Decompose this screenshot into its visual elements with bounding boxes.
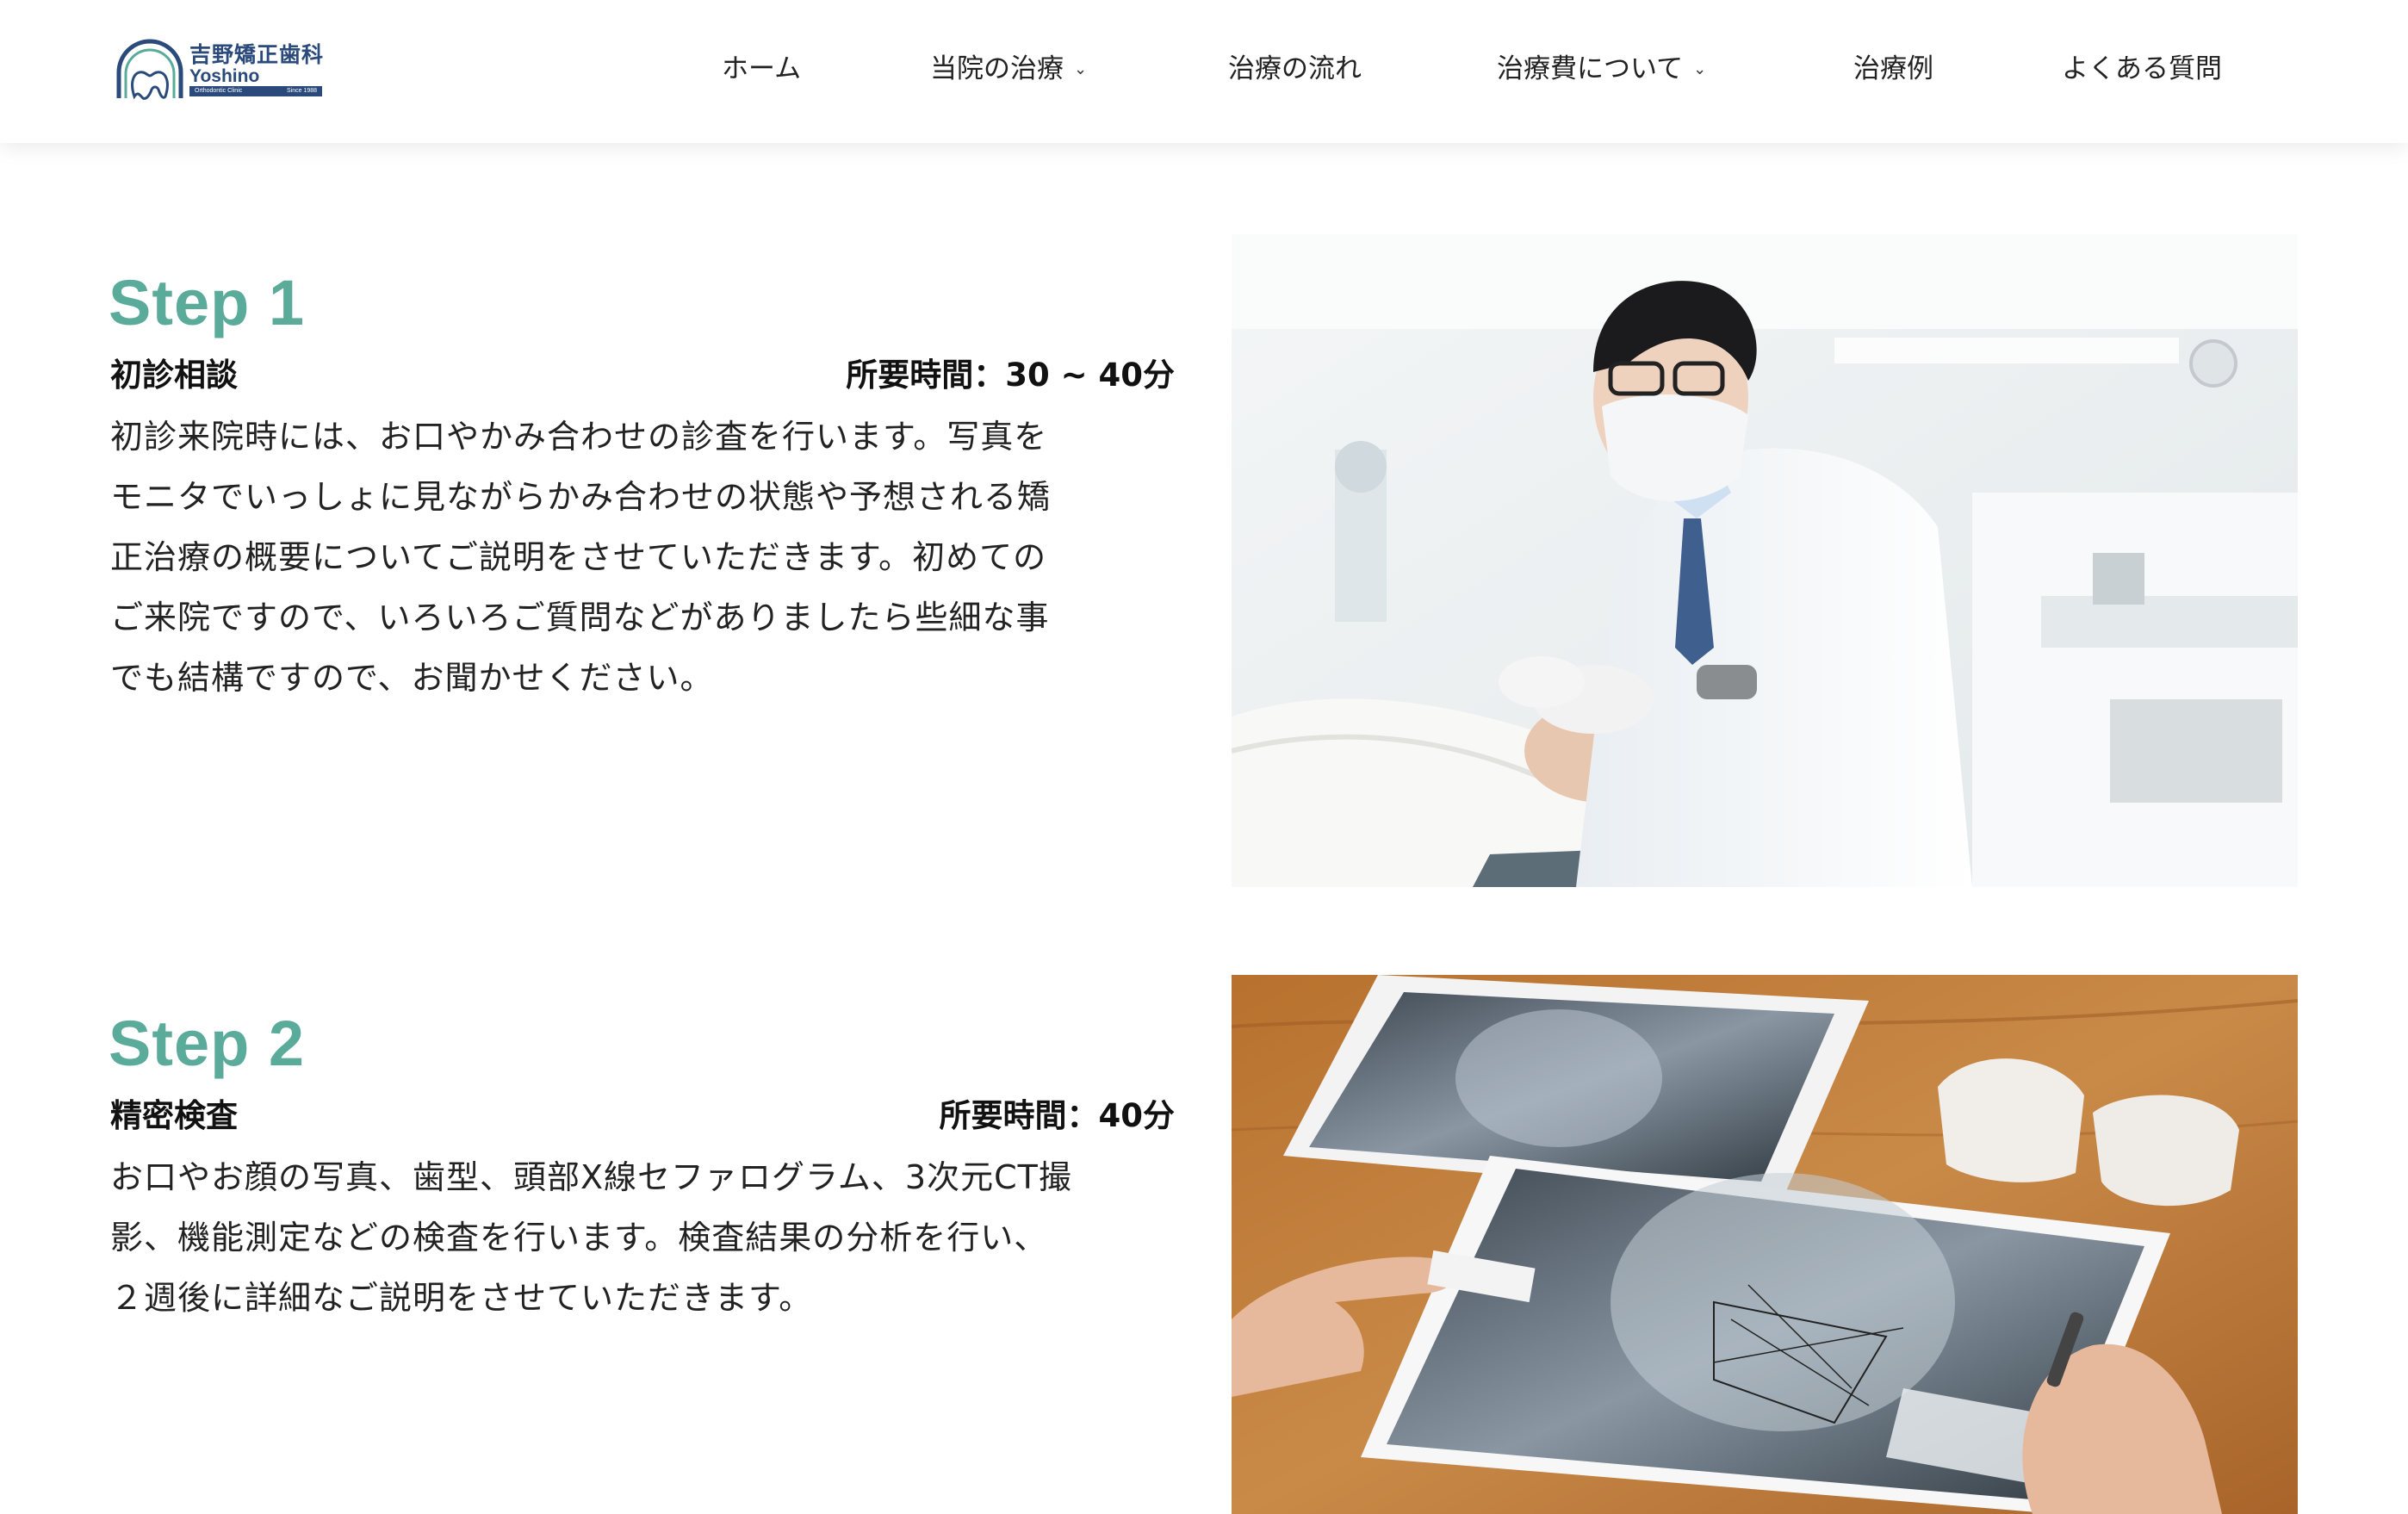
step-description-line: ご来院ですので、いろいろご質問などがありましたら些細な事	[110, 599, 1050, 636]
step-description-line: 影、機能測定などの検査を行います。検査結果の分析を行い、	[110, 1219, 1048, 1256]
step-name: 精密検査	[110, 1097, 238, 1134]
step-description: お口やお顔の写真、歯型、頭部X線セファログラム、3次元CT撮 影、機能測定などの…	[110, 1147, 1187, 1328]
step-description-line: 初診来院時には、お口やかみ合わせの診査を行います。写真を	[110, 418, 1048, 456]
step-description-line: 正治療の概要についてご説明をさせていただきます。初めての	[110, 538, 1047, 576]
nav-item-label: 当院の治療	[930, 53, 1064, 84]
nav-item-label: 治療費について	[1497, 53, 1684, 84]
step-header-row: 精密検査 所要時間：40分	[110, 1094, 1175, 1139]
chevron-down-icon: ⌄	[1074, 60, 1088, 78]
nav-item-fees[interactable]: 治療費について ⌄	[1497, 50, 1706, 88]
step-description-line: ２週後に詳細なご説明をさせていただきます。	[110, 1279, 813, 1317]
nav-item-treatments[interactable]: 当院の治療 ⌄	[930, 50, 1087, 88]
nav-item-label: ホーム	[722, 53, 802, 84]
step-description-line: でも結構ですので、お聞かせください。	[110, 659, 714, 697]
step-duration: 所要時間：30 ~ 40分	[846, 357, 1175, 394]
step-title: Step 1	[109, 267, 306, 338]
dentist-examining-patient-photo	[1232, 234, 2298, 887]
cephalometric-xray-analysis-photo	[1232, 975, 2298, 1514]
chevron-down-icon: ⌄	[1693, 60, 1707, 78]
nav-item-cases[interactable]: 治療例	[1853, 50, 1933, 88]
step-name: 初診相談	[110, 357, 238, 394]
step-description: 初診来院時には、お口やかみ合わせの診査を行います。写真を モニタでいっしょに見な…	[110, 406, 1187, 708]
step-title: Step 2	[109, 1008, 306, 1079]
nav-item-treatment-flow[interactable]: 治療の流れ	[1228, 50, 1362, 88]
nav-item-label: 治療例	[1853, 53, 1933, 84]
nav-item-label: 治療の流れ	[1228, 53, 1362, 84]
step-duration: 所要時間：40分	[939, 1097, 1176, 1134]
step-header-row: 初診相談 所要時間：30 ~ 40分	[110, 353, 1175, 398]
nav-item-label: よくある質問	[2062, 53, 2222, 84]
nav-item-faq[interactable]: よくある質問	[2062, 50, 2222, 88]
main-nav: ホーム 当院の治療 ⌄ 治療の流れ 治療費について ⌄ 治療例 よくある質問	[0, 0, 2408, 143]
nav-item-home[interactable]: ホーム	[722, 50, 801, 88]
step-description-line: お口やお顔の写真、歯型、頭部X線セファログラム、3次元CT撮	[110, 1158, 1072, 1196]
site-header: 吉野矯正歯科 Yoshino Orthodontic Clinic Since …	[0, 0, 2408, 143]
step-description-line: モニタでいっしょに見ながらかみ合わせの状態や予想される矯	[110, 478, 1052, 516]
